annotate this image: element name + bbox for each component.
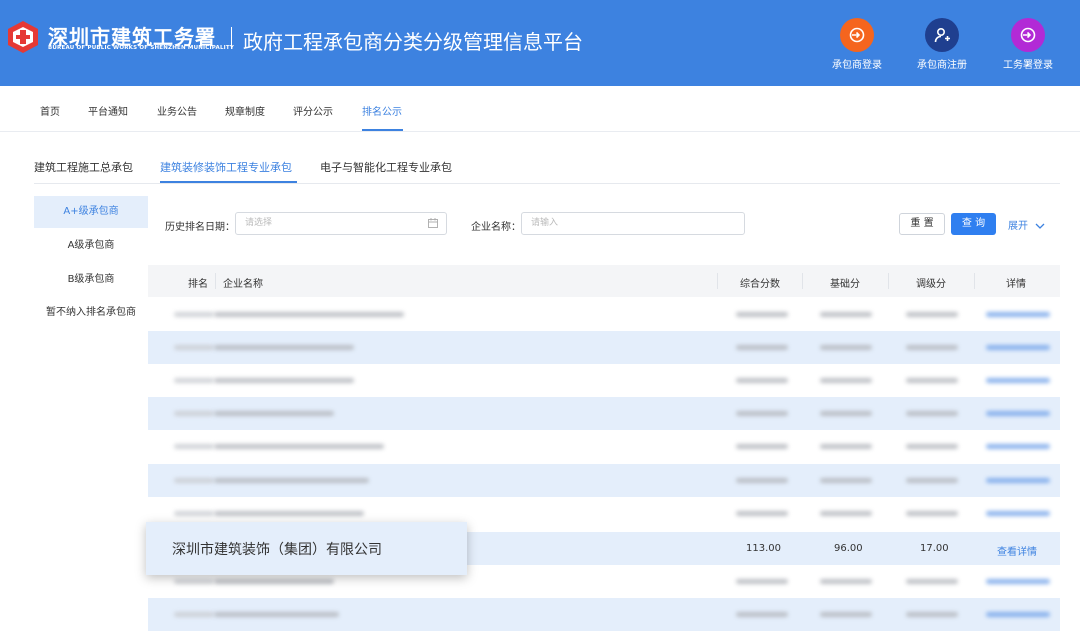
col-separator xyxy=(717,273,718,289)
col-separator xyxy=(888,273,889,289)
col-base-score: 基础分 xyxy=(830,279,860,290)
nav-home[interactable]: 首页 xyxy=(40,103,60,118)
nav-score-publicity[interactable]: 评分公示 xyxy=(293,103,333,118)
category-active-indicator xyxy=(160,181,297,183)
view-detail-link[interactable]: 查看详情 xyxy=(997,543,1037,558)
login-arrow-icon xyxy=(840,18,874,52)
tab-decoration[interactable]: 建筑装修装饰工程专业承包 xyxy=(160,159,292,175)
tab-general-construction[interactable]: 建筑工程施工总承包 xyxy=(34,159,133,175)
chevron-down-icon xyxy=(1035,223,1045,229)
main-nav: 首页 平台通知 业务公告 规章制度 评分公示 排名公示 xyxy=(0,86,1080,132)
table-row xyxy=(148,331,1060,364)
col-detail: 详情 xyxy=(1006,279,1026,290)
nav-regulations[interactable]: 规章制度 xyxy=(225,103,265,118)
nav-announcements[interactable]: 业务公告 xyxy=(157,103,197,118)
category-tabs: 建筑工程施工总承包 建筑装修装饰工程专业承包 电子与智能化工程专业承包 xyxy=(34,148,1060,184)
user-add-icon xyxy=(925,18,959,52)
col-adjust-score: 调级分 xyxy=(916,279,946,290)
title-divider xyxy=(231,27,232,49)
company-name-placeholder: 请输入 xyxy=(531,218,559,228)
bureau-login-button[interactable]: 工务署登录 xyxy=(998,18,1058,71)
company-name-text: 深圳市建筑装饰（集团）有限公司 xyxy=(172,542,382,558)
bureau-logo-icon xyxy=(8,21,38,53)
query-button[interactable]: 查 询 xyxy=(951,213,996,235)
table-row xyxy=(148,298,1060,331)
sidebar-item-a-plus[interactable]: A+级承包商 xyxy=(34,196,148,228)
col-rank: 排名 xyxy=(188,279,208,290)
contractor-login-label: 承包商登录 xyxy=(832,60,882,71)
col-total-score: 综合分数 xyxy=(740,279,780,290)
table-row xyxy=(148,397,1060,430)
company-name-input[interactable]: 请输入 xyxy=(521,212,745,235)
nav-notices[interactable]: 平台通知 xyxy=(88,103,128,118)
nav-active-indicator xyxy=(362,129,403,131)
col-separator xyxy=(802,273,803,289)
expand-filters-button[interactable]: 展开 xyxy=(1008,217,1045,232)
bureau-login-label: 工务署登录 xyxy=(1003,60,1053,71)
table-row xyxy=(148,464,1060,497)
platform-title: 政府工程承包商分类分级管理信息平台 xyxy=(243,30,583,54)
adjust-score-cell: 17.00 xyxy=(920,543,949,554)
expand-label: 展开 xyxy=(1008,221,1028,232)
reset-button[interactable]: 重 置 xyxy=(899,213,945,235)
company-filter-label: 企业名称： xyxy=(471,222,521,233)
col-separator xyxy=(215,273,216,289)
sidebar-item-b[interactable]: B级承包商 xyxy=(34,264,148,296)
date-picker-input[interactable]: 请选择 xyxy=(235,212,447,235)
contractor-login-button[interactable]: 承包商登录 xyxy=(827,18,887,71)
sidebar-item-unranked[interactable]: 暂不纳入排名承包商 xyxy=(34,297,148,329)
login-arrow-icon xyxy=(1011,18,1045,52)
date-picker-placeholder: 请选择 xyxy=(245,218,273,228)
col-separator xyxy=(974,273,975,289)
table-row xyxy=(148,430,1060,463)
header-bar: 深圳市建筑工务署 BUREAU OF PUBLIC WORKS OF SHENZ… xyxy=(0,0,1080,86)
bureau-name-en: BUREAU OF PUBLIC WORKS OF SHENZHEN MUNIC… xyxy=(48,45,235,51)
col-company: 企业名称 xyxy=(223,279,263,290)
contractor-register-button[interactable]: 承包商注册 xyxy=(912,18,972,71)
table-row xyxy=(148,364,1060,397)
table-header: 排名 企业名称 综合分数 基础分 调级分 详情 xyxy=(148,265,1060,297)
nav-ranking-publicity[interactable]: 排名公示 xyxy=(362,103,402,118)
company-name-callout: 深圳市建筑装饰（集团）有限公司 xyxy=(146,522,467,575)
date-filter-label: 历史排名日期： xyxy=(165,222,235,233)
calendar-icon xyxy=(428,218,438,228)
contractor-register-label: 承包商注册 xyxy=(917,60,967,71)
sidebar-item-a[interactable]: A级承包商 xyxy=(34,230,148,262)
base-score-cell: 96.00 xyxy=(834,543,863,554)
total-score-cell: 113.00 xyxy=(746,543,781,554)
tab-electronic-intelligent[interactable]: 电子与智能化工程专业承包 xyxy=(320,159,452,175)
table-row xyxy=(148,598,1060,631)
